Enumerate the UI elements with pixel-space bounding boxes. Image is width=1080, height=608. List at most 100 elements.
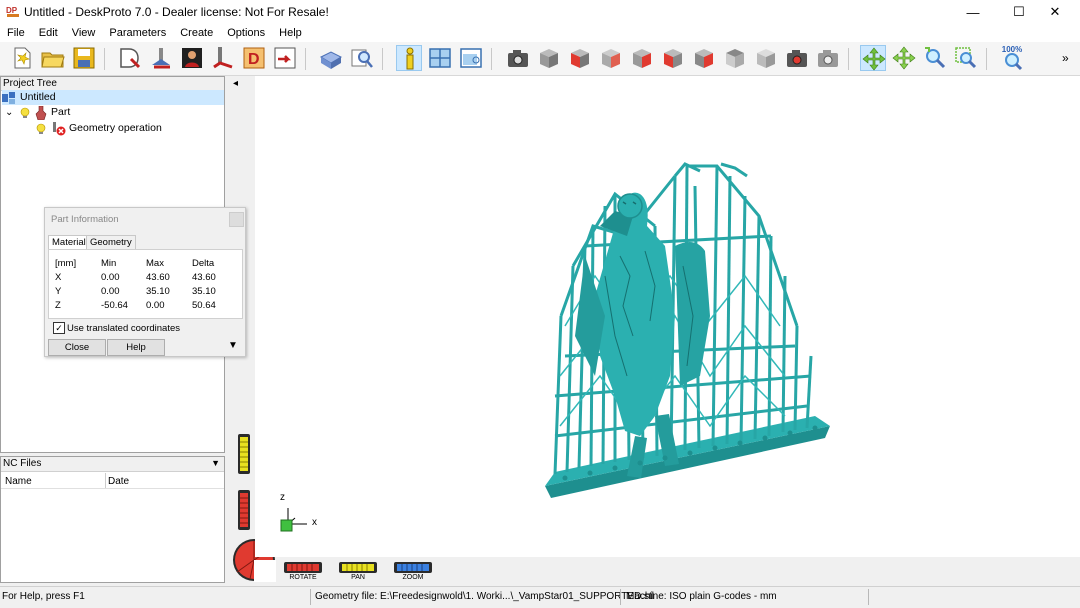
tab-geometry[interactable]: Geometry [86, 235, 136, 250]
close-button[interactable]: Close [48, 339, 106, 356]
menu-parameters[interactable]: Parameters [102, 27, 173, 39]
new-file-icon [14, 47, 31, 69]
split-view-button[interactable] [427, 45, 453, 71]
cube-view-icon [726, 49, 744, 68]
window-title: Untitled - DeskProto 7.0 - Dealer licens… [24, 5, 329, 19]
tree-expand-toggle[interactable]: ⌄ [5, 105, 17, 120]
part-info-table: [mm] Min Max Delta X 0.00 43.60 43.60 Y … [48, 249, 243, 319]
table-cell: 35.10 [146, 286, 170, 297]
pan-label: PAN [351, 574, 365, 581]
table-header: Min [101, 258, 117, 269]
view-front-button[interactable] [660, 45, 686, 71]
cube-red-face-icon [664, 49, 682, 68]
nc-files-header[interactable]: NC Files ▼ [1, 457, 224, 472]
view-bottom-button[interactable] [753, 45, 779, 71]
material-button[interactable] [179, 45, 205, 71]
column-name[interactable]: Name [5, 476, 32, 487]
tree-item-geometry-operation[interactable]: Geometry operation [35, 121, 162, 136]
screen-window-button[interactable] [458, 45, 484, 71]
camera-icon [508, 50, 528, 67]
tree-item-label: Part [51, 106, 71, 118]
chevron-down-icon[interactable]: ▼ [211, 457, 220, 470]
rotate-arrows-icon [862, 47, 886, 71]
tree-item-part[interactable]: ⌄ Part [5, 105, 70, 120]
cube-view-icon [757, 49, 775, 68]
view-top-button[interactable] [722, 45, 748, 71]
open-button[interactable] [40, 45, 66, 71]
model-render-canvas[interactable] [255, 76, 1080, 557]
table-cell: 50.64 [192, 300, 216, 311]
menu-file[interactable]: File [0, 27, 32, 39]
view-iso-2-button[interactable] [567, 45, 593, 71]
help-button[interactable]: Help [107, 339, 165, 356]
zoom-window-button[interactable] [953, 45, 979, 71]
zoom-label: ZOOM [402, 574, 424, 581]
rotate-wheel-horizontal[interactable] [284, 562, 322, 573]
split-window-icon [429, 48, 451, 68]
column-date[interactable]: Date [108, 476, 129, 487]
material-block-icon [182, 48, 202, 68]
open-folder-icon [41, 52, 65, 68]
row-label: Y [55, 286, 62, 297]
machine-button[interactable] [210, 45, 236, 71]
pan-wheel-vertical[interactable] [238, 434, 250, 474]
toolbar-overflow-chevron[interactable]: » [1062, 51, 1069, 65]
menu-options[interactable]: Options [220, 27, 272, 39]
status-bar: For Help, press F1 Geometry file: E:\Fre… [0, 586, 1080, 608]
menu-help[interactable]: Help [272, 27, 309, 39]
part-parameters-icon [120, 48, 141, 69]
camera-view-button[interactable] [505, 45, 531, 71]
machine-view-button[interactable] [318, 45, 344, 71]
tab-material[interactable]: Material [48, 235, 90, 250]
tree-item-untitled[interactable]: Untitled [2, 90, 224, 105]
view-iso-3-button[interactable] [598, 45, 624, 71]
view-back-button[interactable] [691, 45, 717, 71]
zoom-window-icon [955, 47, 977, 69]
minimize-button[interactable]: — [950, 0, 996, 24]
rotate-mode-button[interactable] [860, 45, 886, 71]
close-window-button[interactable]: ✕ [1032, 0, 1078, 24]
new-project-button[interactable] [9, 45, 35, 71]
status-geometry-file: Geometry file: E:\Freedesignwold\1. Work… [315, 591, 655, 602]
svg-text:D: D [248, 51, 260, 68]
view-iso-1-button[interactable] [536, 45, 562, 71]
tree-item-label: Untitled [20, 91, 56, 103]
menu-create[interactable]: Create [173, 27, 220, 39]
zoom-mode-button[interactable] [922, 45, 948, 71]
rotate-view-button[interactable] [784, 45, 810, 71]
pan-mode-button[interactable] [891, 45, 917, 71]
status-help: For Help, press F1 [2, 591, 85, 602]
zoom-wheel-horizontal[interactable] [394, 562, 432, 573]
part-parameters-button[interactable] [117, 45, 143, 71]
lightbulb-icon[interactable] [35, 123, 47, 135]
axis-label-x: x [312, 517, 317, 528]
table-header: [mm] [55, 258, 77, 269]
dialog-close-box[interactable] [229, 212, 244, 227]
zoom-100-button[interactable]: 100% [999, 45, 1025, 71]
part-info-button[interactable] [396, 45, 422, 71]
export-nc-button[interactable] [272, 45, 298, 71]
view-iso-4-button[interactable] [629, 45, 655, 71]
part-icon [35, 105, 47, 120]
zoom-magnifier-icon [925, 47, 946, 69]
column-divider[interactable] [105, 473, 106, 488]
menu-edit[interactable]: Edit [32, 27, 65, 39]
rotate-wheel-vertical[interactable] [238, 490, 250, 530]
row-label: X [55, 272, 62, 283]
expand-more-icon[interactable]: ▼ [228, 340, 238, 351]
save-button[interactable] [71, 45, 97, 71]
menu-view[interactable]: View [65, 27, 103, 39]
project-icon [2, 91, 15, 104]
lightbulb-icon[interactable] [19, 107, 31, 119]
table-cell: 0.00 [101, 286, 120, 297]
collapse-panel-arrow[interactable]: ◂ [233, 78, 238, 89]
preview-button[interactable] [349, 45, 375, 71]
pan-wheel-horizontal[interactable] [339, 562, 377, 573]
translated-coords-checkbox[interactable]: ✓ [53, 322, 65, 334]
operation-parameters-button[interactable] [148, 45, 174, 71]
deskproto-app-icon: DP [6, 4, 20, 18]
window-screen-icon [460, 48, 482, 68]
3d-viewport[interactable]: z x [255, 76, 1080, 557]
reset-view-button[interactable] [815, 45, 841, 71]
drawing-button[interactable]: D [241, 45, 267, 71]
